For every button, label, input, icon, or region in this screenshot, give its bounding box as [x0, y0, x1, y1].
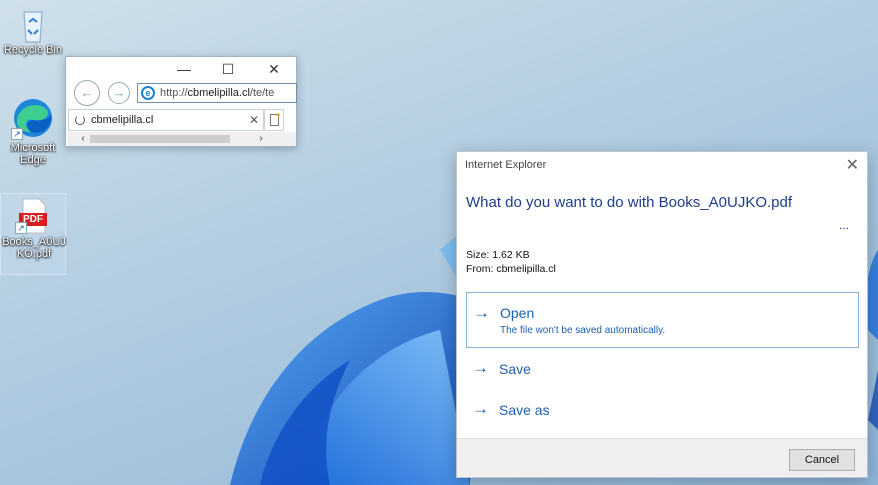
desktop-icon-edge[interactable]: ↗ Microsoft Edge — [0, 96, 66, 166]
save-option[interactable]: → Save — [466, 352, 859, 386]
open-label: Open — [500, 305, 535, 321]
download-dialog: Internet Explorer ✕ What do you want to … — [456, 151, 868, 478]
loading-spinner-icon — [75, 115, 85, 125]
edge-icon: ↗ — [11, 96, 55, 140]
ie-browser-window[interactable]: — ☐ ✕ ← → e http://cbmelipilla.cl/te/te … — [65, 56, 297, 147]
back-arrow-icon: ← — [80, 85, 94, 100]
open-subtext: The file won't be saved automatically. — [500, 325, 666, 336]
sparkle-icon: ✦ — [275, 111, 282, 120]
shortcut-arrow-icon: ↗ — [11, 128, 23, 140]
scroll-left-button[interactable]: ‹ — [76, 132, 90, 146]
arrow-right-icon: → — [472, 399, 489, 418]
browser-tab[interactable]: cbmelipilla.cl ✕ — [68, 109, 264, 131]
horizontal-scrollbar[interactable]: ‹ › — [68, 132, 296, 146]
desktop-icon-label: Books_A0UJKO.pdf — [2, 236, 66, 260]
open-option[interactable]: → Open The file won't be saved automatic… — [466, 292, 859, 348]
file-source: From: cbmelipilla.cl — [466, 263, 556, 275]
forward-arrow-icon: → — [112, 85, 126, 100]
close-button[interactable]: ✕ — [264, 61, 284, 78]
navigation-bar: ← → e http://cbmelipilla.cl/te/te — [68, 80, 297, 108]
arrow-right-icon: → — [472, 358, 489, 377]
ie-logo-icon: e — [141, 86, 155, 100]
address-path: /te/te — [249, 87, 275, 99]
save-as-label: Save as — [499, 402, 550, 418]
file-size: Size: 1.62 KB — [466, 249, 530, 261]
more-options-button[interactable]: ... — [839, 218, 849, 232]
dialog-footer: Cancel — [457, 438, 867, 477]
tab-title: cbmelipilla.cl — [91, 114, 154, 126]
desktop-icon-pdf-file[interactable]: PDF ↗ Books_A0UJKO.pdf — [0, 193, 66, 275]
dialog-question: What do you want to do with Books_A0UJKO… — [466, 194, 793, 211]
pdf-icon: PDF ↗ — [15, 198, 51, 234]
scroll-right-button[interactable]: › — [254, 132, 268, 146]
address-domain: cbmelipilla.cl — [187, 87, 250, 99]
desktop-icon-label: Microsoft Edge — [10, 142, 56, 166]
file-info: Size: 1.62 KB From: cbmelipilla.cl — [466, 248, 556, 276]
save-label: Save — [499, 361, 531, 377]
forward-button[interactable]: → — [108, 82, 130, 104]
cancel-button[interactable]: Cancel — [789, 449, 855, 471]
arrow-right-icon: → — [473, 303, 490, 322]
scrollbar-thumb[interactable] — [90, 135, 230, 143]
desktop-icon-recycle-bin[interactable]: Recycle Bin — [0, 6, 66, 56]
minimize-button[interactable]: — — [174, 61, 194, 77]
dialog-title: Internet Explorer — [465, 159, 547, 171]
window-titlebar[interactable]: — ☐ ✕ — [66, 57, 296, 81]
recycle-bin-icon — [15, 6, 51, 43]
maximize-button[interactable]: ☐ — [218, 61, 238, 78]
save-as-option[interactable]: → Save as — [466, 393, 859, 427]
address-bar[interactable]: e http://cbmelipilla.cl/te/te — [137, 83, 297, 103]
dialog-close-button[interactable]: ✕ — [846, 155, 859, 175]
back-button[interactable]: ← — [74, 80, 100, 106]
address-prefix: http:// — [160, 87, 188, 99]
new-tab-button[interactable]: ✦ — [264, 109, 284, 131]
tab-close-button[interactable]: ✕ — [249, 110, 259, 130]
shortcut-arrow-icon: ↗ — [15, 222, 27, 234]
